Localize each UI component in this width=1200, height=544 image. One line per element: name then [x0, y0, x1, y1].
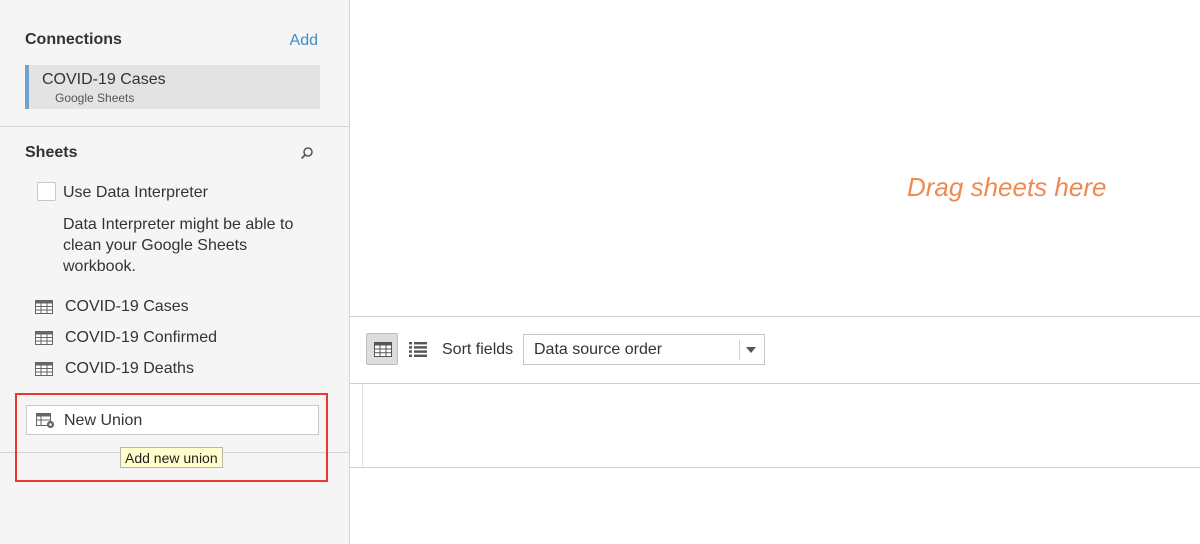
add-connection-link[interactable]: Add: [290, 32, 318, 50]
sheets-title: Sheets: [25, 144, 78, 161]
join-canvas[interactable]: Drag sheets here: [350, 0, 1200, 316]
connection-item[interactable]: COVID-19 Cases Google Sheets: [25, 65, 320, 109]
new-union-label: New Union: [64, 412, 143, 429]
union-icon: [36, 413, 55, 429]
chevron-down-icon: [746, 347, 756, 353]
add-new-union-tooltip: Add new union: [120, 447, 223, 468]
divider: [350, 383, 1200, 384]
sheet-item-covid-19-cases[interactable]: COVID-19 Cases: [35, 297, 325, 319]
sheet-table-icon: [35, 331, 53, 345]
sheet-table-icon: [35, 300, 53, 314]
list-view-icon[interactable]: [408, 340, 428, 358]
sort-fields-dropdown[interactable]: Data source order: [523, 334, 765, 365]
sheet-item-covid-19-deaths[interactable]: COVID-19 Deaths: [35, 359, 325, 381]
sheet-label: COVID-19 Deaths: [65, 360, 194, 377]
dropdown-separator: [739, 340, 740, 360]
sheet-item-covid-19-confirmed[interactable]: COVID-19 Confirmed: [35, 328, 325, 350]
divider: [0, 126, 349, 127]
drag-sheets-hint: Drag sheets here: [907, 172, 1107, 202]
grid-view-button[interactable]: [366, 333, 398, 365]
sheet-label: COVID-19 Confirmed: [65, 329, 218, 346]
data-interpreter-checkbox[interactable]: [37, 182, 56, 201]
data-source-page: Connections Add COVID-19 Cases Google Sh…: [0, 0, 1200, 544]
sheet-label: COVID-19 Cases: [65, 298, 189, 315]
new-union-button[interactable]: New Union: [26, 405, 319, 435]
grid-view-icon: [374, 342, 392, 357]
connections-title: Connections: [25, 31, 122, 48]
data-interpreter-label: Use Data Interpreter: [63, 184, 208, 201]
grid-toolbar: Sort fields Data source order: [350, 317, 1200, 383]
search-icon[interactable]: [300, 146, 314, 160]
data-interpreter-description: Data Interpreter might be able to clean …: [63, 216, 294, 275]
left-panel: Connections Add COVID-19 Cases Google Sh…: [0, 0, 350, 544]
data-grid-column-line: [362, 384, 363, 467]
sort-fields-label: Sort fields: [442, 341, 514, 358]
sort-fields-value: Data source order: [534, 341, 663, 358]
connection-name: COVID-19 Cases: [42, 71, 166, 88]
sheet-table-icon: [35, 362, 53, 376]
connection-type: Google Sheets: [55, 91, 135, 105]
divider: [350, 467, 1200, 468]
